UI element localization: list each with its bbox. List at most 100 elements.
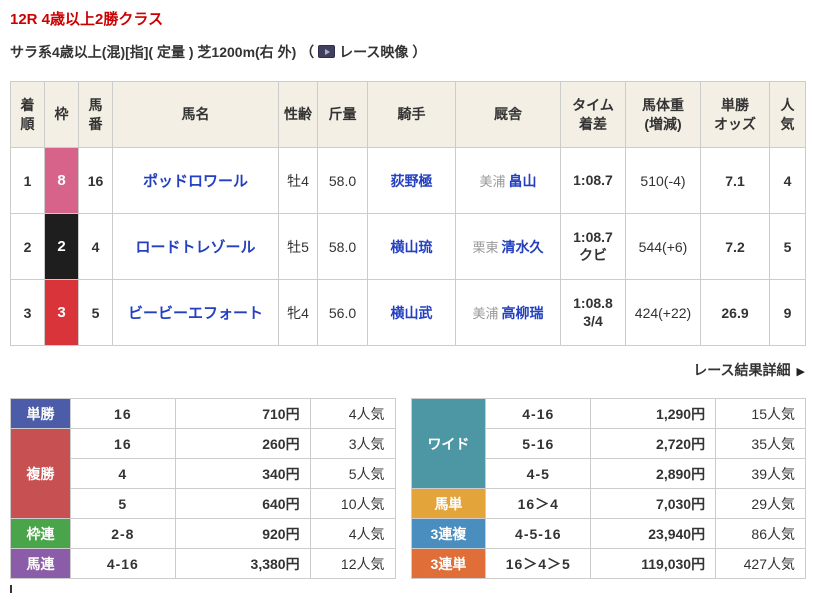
race-conditions-text: サラ系4歳以上(混)[指]( 定量 ) 芝1200m(右 外) （	[10, 44, 315, 60]
payout-amount: 710円	[174, 398, 311, 429]
col-sex-age: 性齢	[278, 81, 318, 148]
stable-region: 美浦	[472, 305, 499, 321]
race-conditions-close: ）	[412, 44, 427, 60]
details-link-row: レース結果詳細 ▶	[10, 360, 805, 382]
payout-row-win: 単勝 16 710円 4人気	[10, 398, 396, 429]
result-row: 2 2 4 ロードトレゾール 牡5 58.0 横山琉 栗東 清水久 1:08.7 ク…	[10, 213, 806, 280]
payout-section: 単勝 16 710円 4人気 複勝 16 260円 3人気 4 340円 5人気…	[10, 398, 806, 579]
finish-position: 3	[10, 279, 45, 346]
payout-row-exacta: 馬単 16＞4 7,030円 29人気	[410, 488, 806, 519]
win-odds: 26.9	[700, 279, 770, 346]
race-result-page: 12R 4歳以上2勝クラス サラ系4歳以上(混)[指]( 定量 ) 芝1200m…	[0, 0, 816, 593]
payout-popularity: 15人気	[715, 398, 806, 429]
win-odds: 7.1	[700, 147, 770, 214]
stable-cell: 美浦 高柳瑞	[455, 279, 561, 346]
finish-time: 1:08.7	[573, 229, 613, 245]
finish-position: 1	[10, 147, 45, 214]
payout-amount: 340円	[174, 458, 311, 489]
payout-combo: 16	[69, 428, 176, 459]
stable-region: 栗東	[472, 239, 499, 255]
horse-link[interactable]: ロードトレゾール	[135, 239, 255, 256]
horse-name-cell: ポッドロワール	[112, 147, 279, 214]
payout-table-right: ワイド 4-16 1,290円 15人気 5-16 2,720円 35人気 4-…	[410, 398, 807, 579]
jockey-link[interactable]: 荻野極	[391, 173, 433, 189]
payout-combo: 16	[69, 398, 176, 429]
finish-time: 1:08.7	[573, 171, 613, 188]
win-odds: 7.2	[700, 213, 770, 280]
payout-combo: 4-5-16	[485, 518, 592, 549]
finish-position: 2	[10, 213, 45, 280]
trainer-link[interactable]: 高柳瑞	[502, 305, 544, 321]
payout-amount: 119,030円	[590, 548, 717, 579]
time-margin-cell: 1:08.7 クビ	[560, 213, 626, 280]
finish-margin: 3/4	[583, 312, 603, 329]
payout-popularity: 4人気	[309, 518, 396, 549]
payout-amount: 2,720円	[590, 428, 717, 459]
section-divider	[10, 585, 12, 593]
payout-table-left: 単勝 16 710円 4人気 複勝 16 260円 3人気 4 340円 5人気…	[10, 398, 396, 579]
sex-age: 牡4	[278, 147, 318, 214]
jockey-link[interactable]: 横山琉	[391, 239, 433, 255]
bet-type-bracket-quinella: 枠連	[10, 518, 71, 549]
results-header-row: 着 順 枠 馬 番 馬名 性齢 斤量 騎手 厩舎 タイム 着差 馬体重 (増減)…	[10, 81, 806, 148]
stable-cell: 美浦 畠山	[455, 147, 561, 214]
payout-popularity: 3人気	[309, 428, 396, 459]
payout-amount: 2,890円	[590, 458, 717, 489]
race-result-details-link[interactable]: レース結果詳細 ▶	[693, 362, 805, 378]
col-horse-weight: 馬体重 (増減)	[625, 81, 701, 148]
payout-row-trio: 3連複 4-5-16 23,940円 86人気	[410, 518, 806, 549]
carried-weight: 56.0	[317, 279, 368, 346]
horse-weight: 510(-4)	[625, 147, 701, 214]
race-conditions: サラ系4歳以上(混)[指]( 定量 ) 芝1200m(右 外) （ レース映像 ）	[10, 42, 806, 62]
bet-type-trifecta: 3連単	[410, 548, 487, 579]
jockey-link[interactable]: 横山武	[391, 305, 433, 321]
play-triangle-icon	[325, 49, 331, 55]
finish-time: 1:08.8	[573, 295, 613, 311]
popularity: 5	[769, 213, 806, 280]
frame-number-badge: 8	[44, 147, 79, 214]
horse-link[interactable]: ポッドロワール	[143, 173, 248, 190]
stable-cell: 栗東 清水久	[455, 213, 561, 280]
col-win-odds: 単勝 オッズ	[700, 81, 770, 148]
col-carried-weight: 斤量	[317, 81, 368, 148]
trainer-link[interactable]: 畠山	[509, 173, 537, 189]
video-play-icon[interactable]	[318, 45, 336, 58]
payout-combo: 4-16	[69, 548, 176, 579]
race-results-table: 着 順 枠 馬 番 馬名 性齢 斤量 騎手 厩舎 タイム 着差 馬体重 (増減)…	[10, 81, 806, 346]
payout-popularity: 29人気	[715, 488, 806, 519]
bet-type-quinella: 馬連	[10, 548, 71, 579]
bet-type-win: 単勝	[10, 398, 71, 429]
finish-margin: クビ	[579, 246, 607, 263]
time-margin-cell: 1:08.7	[560, 147, 626, 214]
result-row: 1 8 16 ポッドロワール 牡4 58.0 荻野極 美浦 畠山 1:08.7 5…	[10, 147, 806, 214]
payout-combo: 5	[69, 488, 176, 519]
payout-combo: 2-8	[69, 518, 176, 549]
stable-region: 美浦	[479, 173, 506, 189]
col-finish-position: 着 順	[10, 81, 45, 148]
col-frame: 枠	[44, 81, 79, 148]
frame-number-badge: 2	[44, 213, 79, 280]
popularity: 9	[769, 279, 806, 346]
page-title: 12R 4歳以上2勝クラス	[10, 11, 164, 28]
col-popularity: 人 気	[769, 81, 806, 148]
col-horse-name: 馬名	[112, 81, 279, 148]
time-margin-cell: 1:08.8 3/4	[560, 279, 626, 346]
trainer-link[interactable]: 清水久	[502, 239, 544, 255]
horse-weight: 424(+22)	[625, 279, 701, 346]
payout-amount: 7,030円	[590, 488, 717, 519]
horse-link[interactable]: ビービーエフォート	[128, 305, 263, 322]
horse-number: 16	[78, 147, 113, 214]
payout-combo: 16＞4	[485, 488, 592, 519]
payout-popularity: 12人気	[309, 548, 396, 579]
race-video-link[interactable]: レース映像	[339, 44, 408, 60]
col-horse-number: 馬 番	[78, 81, 113, 148]
payout-popularity: 39人気	[715, 458, 806, 489]
col-time-margin: タイム 着差	[560, 81, 626, 148]
col-stable: 厩舎	[455, 81, 561, 148]
carried-weight: 58.0	[317, 147, 368, 214]
bet-type-exacta: 馬単	[410, 488, 487, 519]
bet-type-wide: ワイド	[410, 398, 487, 489]
payout-combo: 4-16	[485, 398, 592, 429]
sex-age: 牡5	[278, 213, 318, 280]
payout-row-wide: ワイド 4-16 1,290円 15人気	[410, 398, 806, 489]
